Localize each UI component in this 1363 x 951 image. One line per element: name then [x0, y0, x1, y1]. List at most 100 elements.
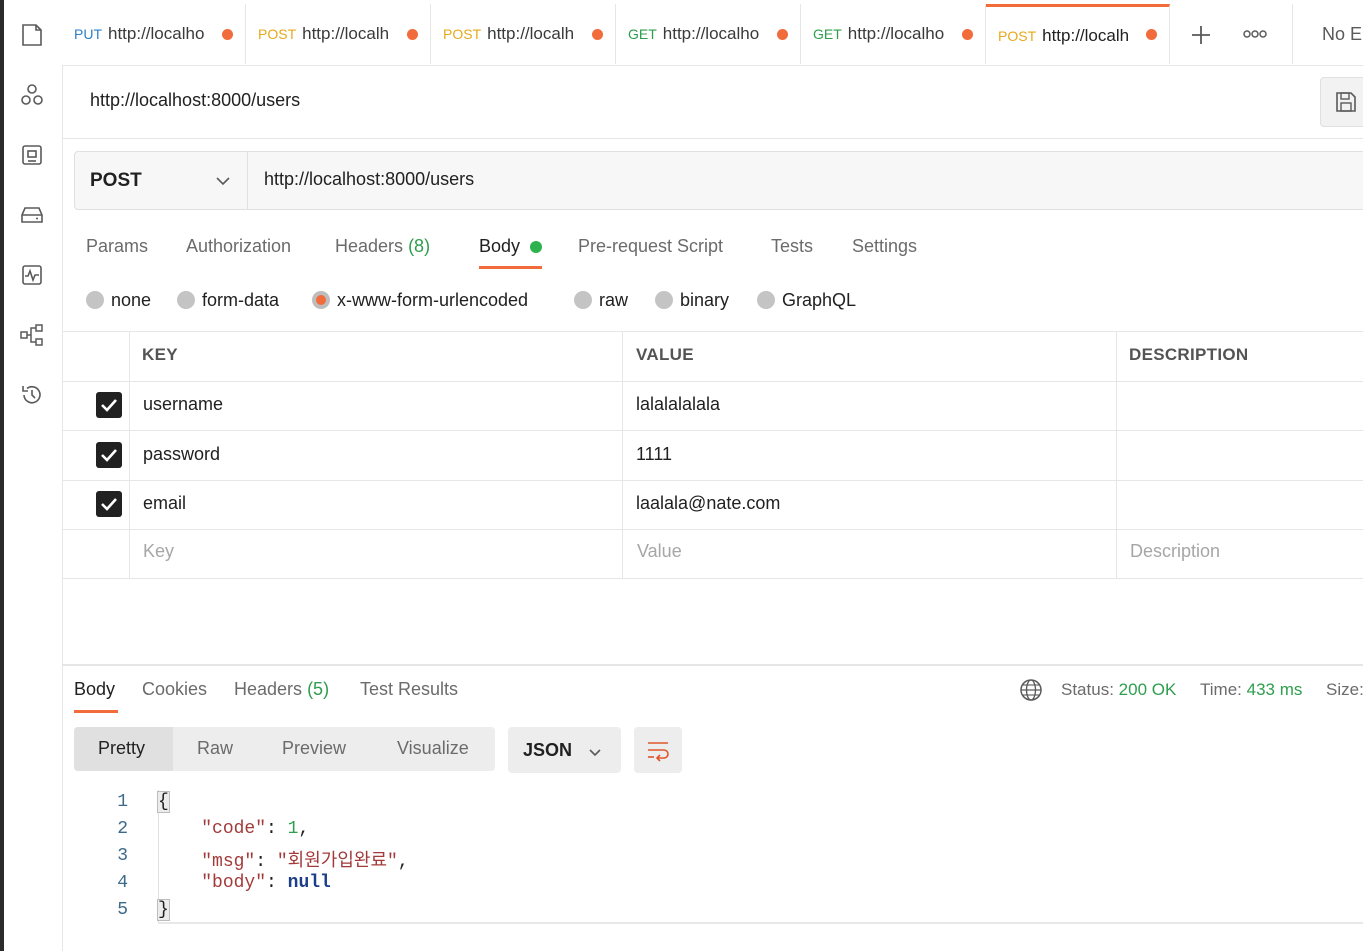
globe-icon[interactable] — [1019, 678, 1043, 702]
window-edge — [0, 0, 4, 951]
active-tab-underline — [479, 266, 542, 269]
request-tab[interactable]: PUT http://localho — [62, 4, 246, 64]
unsaved-indicator — [222, 29, 233, 40]
radio-label-raw: raw — [599, 290, 629, 310]
line-number: 1 — [117, 792, 128, 812]
request-tab[interactable]: GET http://localho — [616, 4, 801, 64]
row-checkbox[interactable] — [96, 491, 122, 517]
table-border — [62, 480, 1363, 481]
apis-icon[interactable] — [19, 82, 45, 108]
new-value-input[interactable]: Value — [637, 541, 682, 562]
param-value[interactable]: lalalalalala — [636, 394, 720, 415]
radio-urlencoded[interactable] — [312, 291, 330, 309]
response-tab-headers[interactable]: Headers (5) — [234, 679, 329, 700]
tab-method: GET — [628, 26, 657, 42]
tab-method: POST — [443, 26, 482, 42]
body-indicator-dot — [530, 241, 542, 253]
column-header-key: KEY — [142, 345, 178, 364]
tab-url: http://localh — [1042, 25, 1130, 45]
radio-binary[interactable] — [655, 291, 673, 309]
tab-settings[interactable]: Settings — [852, 236, 917, 257]
more-horizontal-icon[interactable] — [1241, 26, 1269, 42]
view-preview-button[interactable]: Preview — [282, 738, 346, 759]
table-col-border — [622, 331, 623, 579]
tab-headers-label: Headers — [335, 236, 404, 256]
radio-label-graphql: GraphQL — [782, 290, 857, 310]
tab-url: http://localho — [108, 24, 205, 43]
unsaved-indicator — [962, 29, 973, 40]
tab-tests[interactable]: Tests — [771, 236, 813, 257]
param-key[interactable]: password — [143, 444, 220, 465]
radio-label-form-data: form-data — [202, 290, 280, 310]
environments-icon[interactable] — [19, 142, 45, 168]
divider — [62, 138, 1363, 139]
environment-selector[interactable]: No En — [1322, 24, 1363, 45]
collections-icon[interactable] — [19, 22, 45, 48]
new-description-input[interactable]: Description — [1130, 541, 1220, 562]
open-brace: { — [157, 791, 170, 813]
request-tab[interactable]: GET http://localho — [801, 4, 986, 64]
response-tab-body[interactable]: Body — [74, 679, 115, 700]
view-visualize-button[interactable]: Visualize — [397, 738, 469, 759]
tab-prerequest-script[interactable]: Pre-request Script — [578, 236, 723, 257]
json-string: "회원가입완료" — [276, 852, 398, 872]
line-number: 2 — [117, 819, 128, 839]
response-headers-count: (5) — [307, 679, 330, 699]
response-tab-test-results[interactable]: Test Results — [360, 679, 458, 700]
response-divider[interactable] — [62, 664, 1363, 666]
close-brace: } — [157, 899, 170, 921]
radio-raw[interactable] — [574, 291, 592, 309]
table-border — [62, 381, 1363, 382]
plus-icon[interactable] — [1188, 22, 1214, 48]
status-value[interactable]: 200 OK — [1119, 680, 1177, 699]
env-divider — [1292, 4, 1293, 64]
tab-params[interactable]: Params — [86, 236, 148, 257]
mock-servers-icon[interactable] — [19, 202, 45, 228]
radio-graphql[interactable] — [757, 291, 775, 309]
table-col-border — [1116, 331, 1117, 579]
active-tab-underline — [74, 710, 118, 713]
response-tab-cookies[interactable]: Cookies — [142, 679, 207, 700]
param-value[interactable]: laalala@nate.com — [636, 493, 780, 514]
editor-bottom-border — [158, 922, 1363, 924]
request-tab[interactable]: POST http://localh — [431, 4, 616, 64]
code-line[interactable]: { — [157, 791, 170, 813]
request-tab[interactable]: POST http://localh — [246, 4, 431, 64]
monitors-icon[interactable] — [19, 262, 45, 288]
radio-form-data[interactable] — [177, 291, 195, 309]
tab-url: http://localh — [487, 24, 575, 43]
request-title[interactable]: http://localhost:8000/users — [90, 90, 300, 111]
code-line[interactable]: } — [157, 899, 170, 921]
request-tab-active[interactable]: POST http://localh — [986, 4, 1170, 64]
param-value[interactable]: 1111 — [636, 444, 672, 465]
column-header-description: DESCRIPTION — [1129, 345, 1249, 364]
url-input[interactable] — [264, 169, 1264, 190]
time-value[interactable]: 433 ms — [1247, 680, 1303, 699]
table-border — [62, 430, 1363, 431]
column-header-value: VALUE — [636, 345, 694, 364]
tab-url: http://localh — [302, 24, 390, 43]
code-line[interactable]: "code": 1, — [158, 819, 309, 839]
code-line[interactable]: "msg": "회원가입완료", — [158, 846, 408, 872]
row-checkbox[interactable] — [96, 392, 122, 418]
param-key[interactable]: username — [143, 394, 223, 415]
unsaved-indicator — [592, 29, 603, 40]
row-checkbox[interactable] — [96, 442, 122, 468]
radio-none[interactable] — [86, 291, 104, 309]
tab-headers[interactable]: Headers (8) — [335, 236, 430, 257]
save-button[interactable] — [1320, 77, 1363, 127]
line-number: 4 — [117, 873, 128, 893]
tab-method: POST — [258, 26, 297, 42]
format-label: JSON — [523, 740, 573, 760]
table-col-border — [129, 331, 130, 579]
param-key[interactable]: email — [143, 493, 186, 514]
tab-authorization[interactable]: Authorization — [186, 236, 291, 257]
view-raw-button[interactable]: Raw — [197, 738, 233, 759]
tab-body[interactable]: Body — [479, 236, 520, 257]
flows-icon[interactable] — [19, 322, 45, 348]
code-line[interactable]: "body": null — [158, 873, 331, 893]
history-icon[interactable] — [19, 382, 45, 408]
view-pretty-button[interactable]: Pretty — [98, 738, 145, 759]
new-key-input[interactable]: Key — [143, 541, 174, 562]
line-number: 3 — [117, 846, 128, 866]
